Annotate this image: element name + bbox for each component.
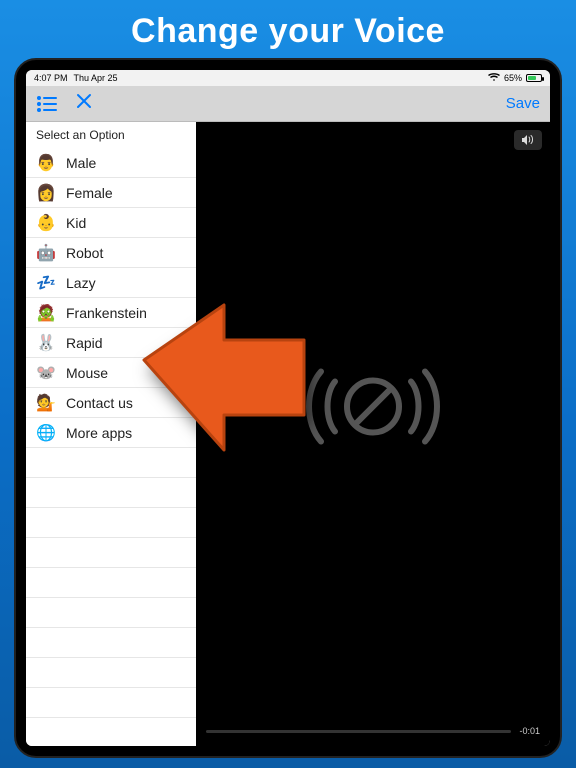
sidebar-item-mouse[interactable]: 🐭 Mouse	[26, 358, 196, 388]
sidebar-item-label: Female	[66, 185, 113, 201]
status-bar: 4:07 PM Thu Apr 25 65%	[26, 70, 550, 86]
kid-icon: 👶	[36, 213, 56, 233]
seek-bar[interactable]: -0:01	[206, 726, 540, 736]
tablet-frame: 4:07 PM Thu Apr 25 65%	[14, 58, 562, 758]
sidebar-item-robot[interactable]: 🤖 Robot	[26, 238, 196, 268]
seek-track[interactable]	[206, 730, 511, 733]
wifi-icon	[488, 73, 500, 84]
screen: 4:07 PM Thu Apr 25 65%	[26, 70, 550, 746]
globe-icon: 🌐	[36, 423, 56, 443]
sidebar-item-label: Male	[66, 155, 96, 171]
sidebar-item-label: Mouse	[66, 365, 108, 381]
sidebar-item-label: Contact us	[66, 395, 133, 411]
mouse-icon: 🐭	[36, 363, 56, 383]
sidebar-item-label: Rapid	[66, 335, 103, 351]
sidebar-item-label: More apps	[66, 425, 132, 441]
toolbar: Save	[26, 86, 550, 122]
sidebar-item-more-apps[interactable]: 🌐 More apps	[26, 418, 196, 448]
volume-button[interactable]	[514, 130, 542, 150]
sidebar-item-kid[interactable]: 👶 Kid	[26, 208, 196, 238]
video-player[interactable]: -0:01	[196, 122, 550, 746]
sidebar-item-label: Frankenstein	[66, 305, 147, 321]
frankenstein-icon: 🧟	[36, 303, 56, 323]
sidebar: Select an Option 👨 Male 👩 Female 👶 Kid 🤖 Rob…	[26, 122, 196, 746]
rapid-icon: 🐰	[36, 333, 56, 353]
sidebar-item-rapid[interactable]: 🐰 Rapid	[26, 328, 196, 358]
battery-percent: 65%	[504, 73, 522, 83]
time-remaining: -0:01	[519, 726, 540, 736]
battery-icon	[526, 74, 542, 82]
sidebar-item-frankenstein[interactable]: 🧟 Frankenstein	[26, 298, 196, 328]
app-logo-icon	[293, 352, 453, 467]
sidebar-item-label: Kid	[66, 215, 86, 231]
sidebar-header: Select an Option	[26, 122, 196, 148]
close-icon[interactable]	[76, 93, 92, 114]
sidebar-item-contact[interactable]: 💁 Contact us	[26, 388, 196, 418]
lazy-icon: 💤	[36, 273, 56, 293]
promo-title: Change your Voice	[0, 0, 576, 51]
save-button[interactable]: Save	[506, 95, 540, 112]
robot-icon: 🤖	[36, 243, 56, 263]
sidebar-item-female[interactable]: 👩 Female	[26, 178, 196, 208]
sidebar-item-male[interactable]: 👨 Male	[26, 148, 196, 178]
female-icon: 👩	[36, 183, 56, 203]
sidebar-item-label: Robot	[66, 245, 103, 261]
male-icon: 👨	[36, 153, 56, 173]
sidebar-item-label: Lazy	[66, 275, 96, 291]
status-date: Thu Apr 25	[74, 73, 118, 83]
status-time: 4:07 PM	[34, 73, 68, 83]
sidebar-blank-area	[26, 448, 196, 746]
list-icon[interactable]	[36, 95, 58, 113]
contact-icon: 💁	[36, 393, 56, 413]
sidebar-item-lazy[interactable]: 💤 Lazy	[26, 268, 196, 298]
